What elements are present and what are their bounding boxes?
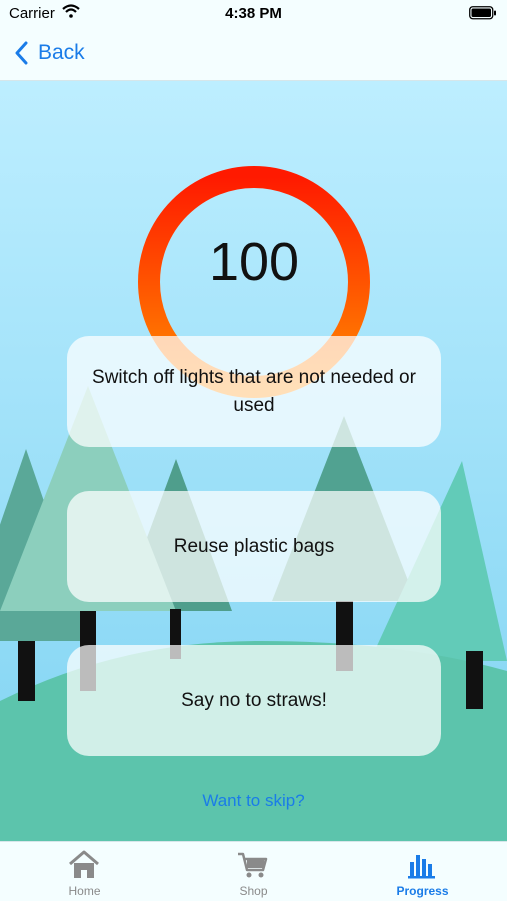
tab-label: Progress <box>396 884 449 898</box>
cart-icon <box>238 852 268 878</box>
tab-bar: Home Shop Progress <box>0 841 507 901</box>
back-button[interactable]: Back <box>14 38 85 68</box>
tip-card-lights[interactable]: Switch off lights that are not needed or… <box>67 336 441 447</box>
tip-card-plastic-bags[interactable]: Reuse plastic bags <box>67 491 441 602</box>
tip-text: Reuse plastic bags <box>173 535 335 557</box>
chevron-left-icon <box>15 41 28 65</box>
tab-progress[interactable]: Progress <box>338 842 507 901</box>
tip-text: Switch off lights that are not needed or… <box>92 366 416 416</box>
skip-link[interactable]: Want to skip? <box>0 791 507 811</box>
bar-chart-icon <box>408 855 435 879</box>
status-bar: Carrier 4:38 PM <box>0 0 507 28</box>
status-time: 4:38 PM <box>225 5 282 22</box>
tab-home[interactable]: Home <box>0 842 169 901</box>
battery-icon <box>469 6 497 24</box>
score-value: 100 <box>208 232 300 292</box>
back-label: Back <box>38 41 85 64</box>
forest-background: 100 Switch off lights that are not neede… <box>0 81 507 841</box>
tab-shop[interactable]: Shop <box>169 842 338 901</box>
home-icon <box>69 850 99 878</box>
navigation-bar: Back <box>0 28 507 81</box>
tab-label: Shop <box>239 884 268 898</box>
tip-text: Say no to straws! <box>181 689 327 711</box>
tip-card-straws[interactable]: Say no to straws! <box>67 645 441 756</box>
tab-label: Home <box>68 884 101 898</box>
